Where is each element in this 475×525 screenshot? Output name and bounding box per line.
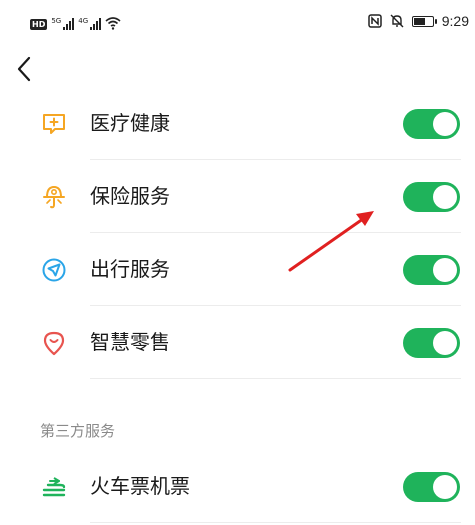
status-time: 9:29: [441, 13, 469, 29]
toggle-switch[interactable]: [403, 255, 460, 285]
divider: [90, 378, 461, 379]
toggle-switch[interactable]: [403, 472, 460, 502]
travel-icon: [42, 258, 66, 282]
setting-label: 医疗健康: [90, 111, 170, 135]
battery-fill: [413, 17, 425, 25]
chevron-left-icon: [17, 56, 31, 82]
retail-icon: [43, 331, 65, 356]
divider: [90, 522, 461, 523]
hd-badge: HD: [30, 19, 48, 30]
status-bar: HD 5G 4G 9:29: [0, 0, 475, 44]
toggle-switch[interactable]: [403, 182, 460, 212]
back-button[interactable]: [12, 54, 40, 84]
setting-row-travel[interactable]: 出行服务: [0, 233, 475, 306]
signal-icon-2: 4G: [78, 17, 102, 30]
signal-label-2: 4G: [78, 17, 89, 25]
setting-row-retail[interactable]: 智慧零售: [0, 306, 475, 379]
toggle-knob: [433, 258, 457, 282]
setting-label: 保险服务: [90, 184, 170, 208]
status-right: 9:29: [368, 12, 469, 30]
toggle-knob: [433, 112, 457, 136]
wifi-icon: [105, 17, 121, 30]
setting-label: 火车票机票: [90, 474, 190, 498]
setting-row-insurance[interactable]: 保险服务: [0, 160, 475, 233]
status-left: HD 5G 4G: [30, 14, 121, 30]
nfc-icon: [368, 14, 382, 28]
signal-label-1: 5G: [51, 17, 62, 25]
toggle-knob: [433, 475, 457, 499]
toggle-knob: [433, 331, 457, 355]
medical-icon: [43, 114, 65, 134]
mute-icon: [390, 14, 404, 28]
signal-icon-1: 5G: [51, 17, 75, 30]
section-header: 第三方服务: [40, 422, 116, 440]
setting-row-medical[interactable]: 医疗健康: [0, 87, 475, 160]
setting-row-train[interactable]: 火车票机票: [0, 450, 475, 523]
toggle-switch[interactable]: [403, 109, 460, 139]
toggle-knob: [433, 185, 457, 209]
insurance-icon: [43, 185, 65, 209]
train-icon: [42, 477, 66, 497]
battery-icon: [411, 15, 437, 27]
setting-label: 智慧零售: [90, 330, 170, 354]
toggle-switch[interactable]: [403, 328, 460, 358]
setting-label: 出行服务: [90, 257, 170, 281]
